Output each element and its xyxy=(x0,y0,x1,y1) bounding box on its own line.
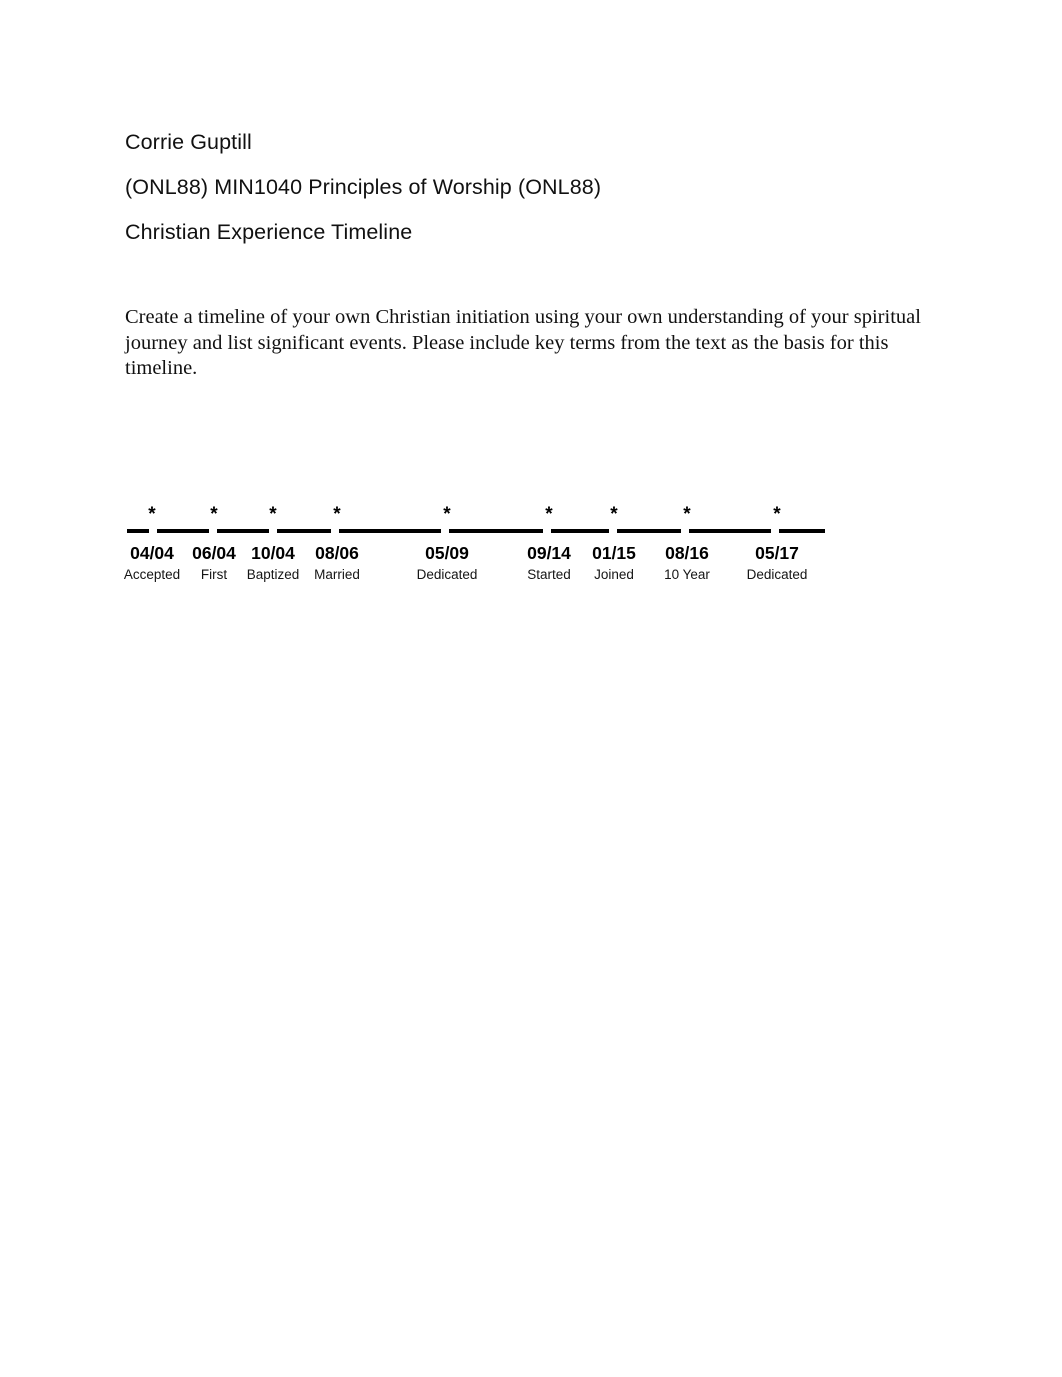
timeline-entry-date: 01/15 xyxy=(592,543,636,563)
timeline-axis-segment-7 xyxy=(551,529,609,533)
timeline-entry-label: Started xyxy=(527,567,571,582)
timeline-marker-icon-7: * xyxy=(610,504,618,525)
timeline-axis-segment-2 xyxy=(157,529,209,533)
timeline-axis-segment-1 xyxy=(127,529,149,533)
timeline-entry-date: 06/04 xyxy=(192,543,236,563)
timeline-entry-date: 09/14 xyxy=(527,543,571,563)
timeline-entry: 04/04 Accepted xyxy=(124,541,180,585)
timeline-marker-icon-2: * xyxy=(210,504,218,525)
timeline-axis-segment-4 xyxy=(277,529,331,533)
timeline-entry: 08/16 10 Year xyxy=(664,541,710,585)
timeline-entry: 10/04 Baptized xyxy=(247,541,300,585)
timeline-axis-segment-6 xyxy=(449,529,543,533)
timeline-entry-date: 05/09 xyxy=(425,543,469,563)
timeline-entry-list: 04/04 Accepted 06/04 First 10/04 Baptized 08/0… xyxy=(124,541,825,641)
assignment-instructions: Create a timeline of your own Christian … xyxy=(125,306,921,379)
assignment-title: Christian Experience Timeline xyxy=(125,220,413,244)
document-page: Corrie Guptill (ONL88) MIN1040 Principle… xyxy=(0,0,1062,1377)
timeline-axis-segment-8 xyxy=(617,529,681,533)
timeline-marker-icon-6: * xyxy=(545,504,553,525)
timeline-axis-segment-5 xyxy=(339,529,441,533)
timeline-entry-label: First xyxy=(200,567,228,582)
timeline-marker-icon-3: * xyxy=(269,504,277,525)
timeline-marker-icon-8: * xyxy=(683,504,691,525)
timeline-entry: 05/17 Dedicated xyxy=(747,541,808,585)
timeline-axis-segment-3 xyxy=(217,529,269,533)
timeline-marker-icon-1: * xyxy=(148,504,156,525)
timeline-marker-icon-5: * xyxy=(443,504,451,525)
timeline-entry-date: 05/17 xyxy=(755,543,799,563)
timeline-entry: 08/06 Married xyxy=(314,541,360,585)
timeline-entry-date: 08/06 xyxy=(315,543,359,563)
timeline-axis: * * * * * * * * * xyxy=(125,505,825,541)
timeline-entry: 09/14 Started xyxy=(527,541,571,585)
timeline-entry-date: 10/04 xyxy=(251,543,295,563)
course-title: (ONL88) MIN1040 Principles of Worship (O… xyxy=(125,175,602,199)
document-header: Corrie Guptill (ONL88) MIN1040 Principle… xyxy=(125,120,945,255)
timeline-entry-label: Dedicated xyxy=(416,567,478,582)
christian-experience-timeline: * * * * * * * * * 04/04 Accepted 06/04 First 10/04 Ba… xyxy=(124,505,825,645)
timeline-axis-segment-9 xyxy=(689,529,771,533)
timeline-entry-label: Accepted xyxy=(123,567,181,582)
author-name: Corrie Guptill xyxy=(125,130,252,154)
timeline-entry-date: 08/16 xyxy=(665,543,709,563)
timeline-entry-label: Baptized xyxy=(246,567,300,582)
timeline-entry-date: 04/04 xyxy=(130,543,174,563)
timeline-axis-segment-10 xyxy=(779,529,825,533)
timeline-marker-icon-4: * xyxy=(333,504,341,525)
timeline-marker-icon-9: * xyxy=(773,504,781,525)
timeline-entry-label: Dedicated xyxy=(746,567,808,582)
timeline-entry-label: Married xyxy=(314,567,360,582)
timeline-entry: 06/04 First xyxy=(192,541,236,585)
timeline-entry: 05/09 Dedicated xyxy=(417,541,478,585)
timeline-entry: 01/15 Joined xyxy=(592,541,636,585)
timeline-entry-label: Joined xyxy=(594,567,634,582)
timeline-entry-label: 10 Year xyxy=(664,567,710,582)
